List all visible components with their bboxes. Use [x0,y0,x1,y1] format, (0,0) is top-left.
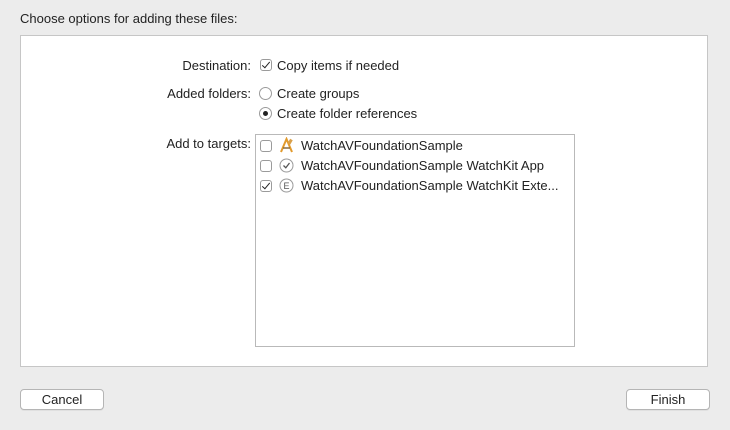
dialog-title: Choose options for adding these files: [20,11,238,26]
app-icon [280,137,293,153]
cancel-button[interactable]: Cancel [20,389,104,410]
create-folder-references-radio[interactable] [259,107,272,120]
copy-items-checkbox[interactable] [260,59,272,71]
finish-button[interactable]: Finish [626,389,710,410]
destination-label: Destination: [182,58,251,73]
target-row-extension[interactable]: E WatchAVFoundationSample WatchKit Exte.… [256,176,574,196]
create-folder-references-label[interactable]: Create folder references [277,106,417,121]
create-groups-label[interactable]: Create groups [277,86,359,101]
target-row-watchkit-app[interactable]: WatchAVFoundationSample WatchKit App [256,156,574,176]
watchkit-app-icon [279,158,294,173]
target-checkbox[interactable] [260,140,272,152]
target-label: WatchAVFoundationSample WatchKit App [301,158,545,173]
svg-text:E: E [283,181,289,191]
targets-list[interactable]: WatchAVFoundationSample WatchAVFoundatio… [255,134,575,347]
options-panel: Destination: Copy items if needed Added … [20,35,708,367]
add-to-targets-label: Add to targets: [166,136,251,151]
extension-icon: E [279,178,294,193]
target-checkbox[interactable] [260,180,272,192]
copy-items-label[interactable]: Copy items if needed [277,58,399,73]
create-groups-radio[interactable] [259,87,272,100]
target-row-app[interactable]: WatchAVFoundationSample [256,136,574,156]
target-checkbox[interactable] [260,160,272,172]
added-folders-label: Added folders: [167,86,251,101]
target-label: WatchAVFoundationSample [301,138,463,153]
target-label: WatchAVFoundationSample WatchKit Exte... [301,178,559,193]
